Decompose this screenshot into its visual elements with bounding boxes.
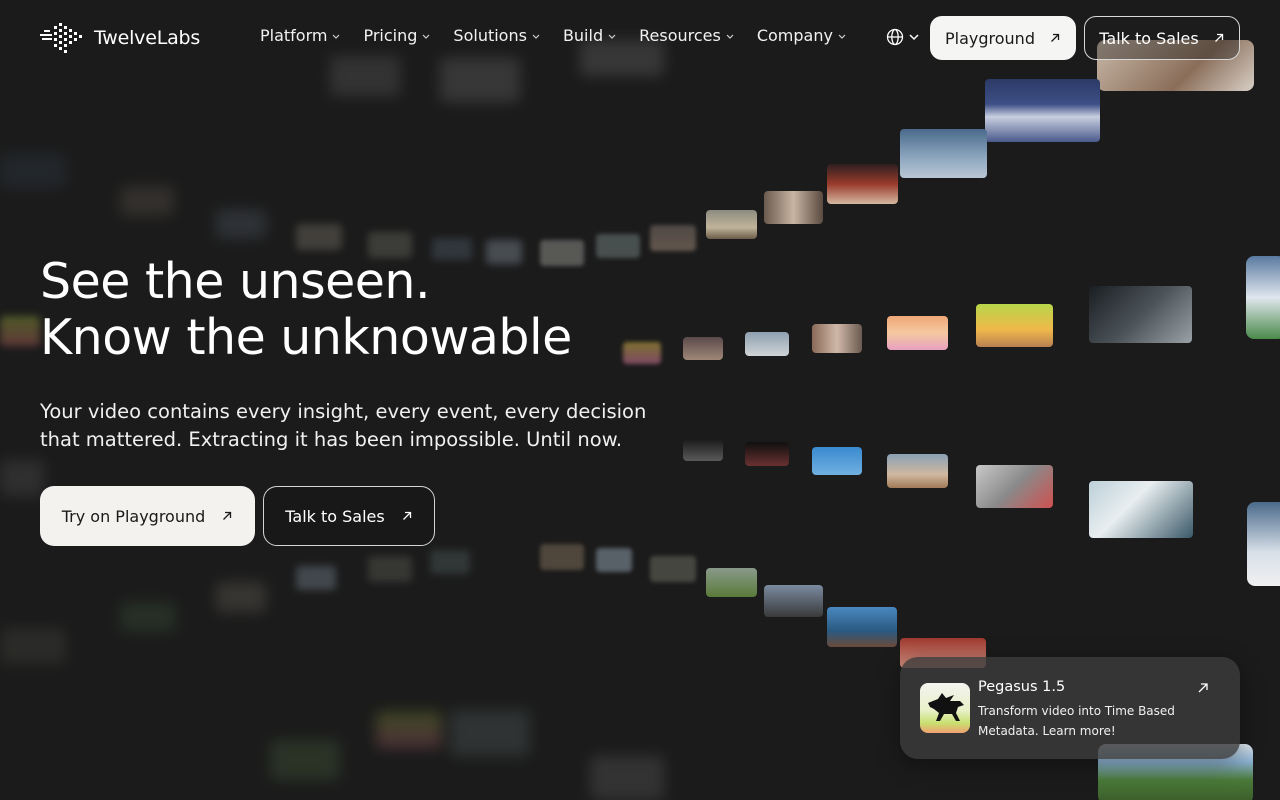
menu-item-resources[interactable]: Resources xyxy=(639,26,735,45)
chevron-down-icon xyxy=(532,34,540,39)
arrow-up-right-icon xyxy=(1051,33,1060,42)
video-thumbnail xyxy=(540,544,584,570)
main-menu: Platform Pricing Solutions Build Resourc… xyxy=(260,26,869,45)
chevron-down-icon xyxy=(726,34,734,39)
top-navigation: TwelveLabs Platform Pricing Solutions Bu… xyxy=(0,0,1280,76)
menu-item-build[interactable]: Build xyxy=(563,26,617,45)
video-thumbnail xyxy=(596,234,640,258)
video-thumbnail xyxy=(812,447,862,475)
playground-button-label: Playground xyxy=(945,28,1035,48)
video-thumbnail xyxy=(650,556,696,582)
video-thumbnail xyxy=(827,164,898,204)
video-thumbnail xyxy=(596,548,632,572)
menu-item-pricing[interactable]: Pricing xyxy=(363,26,431,45)
video-thumbnail xyxy=(706,210,757,239)
video-thumbnail xyxy=(450,710,530,756)
video-thumbnail xyxy=(764,191,823,224)
menu-item-label: Build xyxy=(562,26,604,45)
brand-logo[interactable]: TwelveLabs xyxy=(40,22,200,54)
video-thumbnail xyxy=(745,442,789,466)
video-thumbnail xyxy=(0,628,66,664)
arrow-up-right-icon xyxy=(402,511,411,520)
pegasus-icon xyxy=(920,683,970,733)
try-on-playground-button[interactable]: Try on Playground xyxy=(40,486,255,546)
video-thumbnail xyxy=(623,342,661,364)
pegasus-announcement-card[interactable]: Pegasus 1.5 Transform video into Time Ba… xyxy=(900,657,1240,759)
video-thumbnail xyxy=(296,224,342,250)
playground-button[interactable]: Playground xyxy=(930,16,1076,60)
talk-to-sales-label: Talk to Sales xyxy=(1099,28,1199,48)
video-thumbnail xyxy=(270,740,340,780)
video-thumbnail xyxy=(887,316,948,350)
menu-item-label: Company xyxy=(756,26,833,45)
try-on-playground-label: Try on Playground xyxy=(61,506,206,526)
video-thumbnail xyxy=(1089,286,1192,343)
video-thumbnail xyxy=(120,186,174,216)
hero-title: See the unseen. Know the unknowable xyxy=(40,254,572,366)
video-thumbnail xyxy=(1246,256,1280,339)
chevron-down-icon xyxy=(909,34,919,41)
video-thumbnail xyxy=(0,154,66,188)
video-thumbnail xyxy=(650,225,696,251)
video-thumbnail xyxy=(1247,502,1280,586)
arrow-up-right-icon xyxy=(1214,33,1223,42)
hero-title-line: Know the unknowable xyxy=(40,309,572,366)
twelvelabs-logo-icon xyxy=(40,23,82,53)
video-thumbnail xyxy=(216,582,266,612)
menu-item-label: Solutions xyxy=(453,26,527,45)
arrow-up-right-icon xyxy=(1198,683,1208,693)
menu-item-label: Pricing xyxy=(363,26,418,45)
announcement-title: Pegasus 1.5 xyxy=(978,679,1066,695)
menu-item-label: Resources xyxy=(639,26,721,45)
language-selector[interactable] xyxy=(886,28,920,46)
chevron-down-icon xyxy=(608,34,616,39)
hero-title-line: See the unseen. xyxy=(40,253,431,310)
homepage: TwelveLabs Platform Pricing Solutions Bu… xyxy=(0,0,1280,800)
talk-to-sales-label: Talk to Sales xyxy=(285,506,385,526)
video-thumbnail xyxy=(812,324,862,353)
video-thumbnail xyxy=(368,556,412,582)
video-thumbnail xyxy=(120,602,176,632)
video-thumbnail xyxy=(0,460,44,496)
globe-icon xyxy=(886,28,904,46)
video-thumbnail xyxy=(296,566,336,590)
menu-item-company[interactable]: Company xyxy=(757,26,847,45)
chevron-down-icon xyxy=(838,34,846,39)
chevron-down-icon xyxy=(333,34,340,39)
video-thumbnail xyxy=(683,439,723,461)
video-thumbnail xyxy=(683,337,723,360)
video-thumbnail xyxy=(706,568,757,597)
announcement-description: Transform video into Time Based Metadata… xyxy=(978,704,1175,738)
video-thumbnail xyxy=(430,550,470,574)
talk-to-sales-button[interactable]: Talk to Sales xyxy=(263,486,435,546)
video-thumbnail xyxy=(216,210,266,238)
talk-to-sales-nav-button[interactable]: Talk to Sales xyxy=(1084,16,1240,60)
video-thumbnail xyxy=(887,454,948,488)
hero-subtitle: Your video contains every insight, every… xyxy=(40,400,647,451)
menu-item-solutions[interactable]: Solutions xyxy=(453,26,541,45)
video-thumbnail xyxy=(1089,481,1193,538)
video-thumbnail xyxy=(827,607,897,647)
menu-item-platform[interactable]: Platform xyxy=(260,26,341,45)
video-thumbnail xyxy=(590,756,664,800)
video-thumbnail xyxy=(745,332,789,356)
chevron-down-icon xyxy=(422,34,430,39)
video-thumbnail xyxy=(0,316,40,346)
menu-item-label: Platform xyxy=(260,26,328,45)
brand-name: TwelveLabs xyxy=(94,27,201,49)
video-thumbnail xyxy=(976,465,1053,508)
video-thumbnail xyxy=(764,585,823,617)
video-thumbnail xyxy=(976,304,1053,347)
video-thumbnail xyxy=(985,79,1100,142)
video-thumbnail xyxy=(900,129,987,178)
arrow-up-right-icon xyxy=(223,511,232,520)
video-thumbnail xyxy=(376,712,442,748)
